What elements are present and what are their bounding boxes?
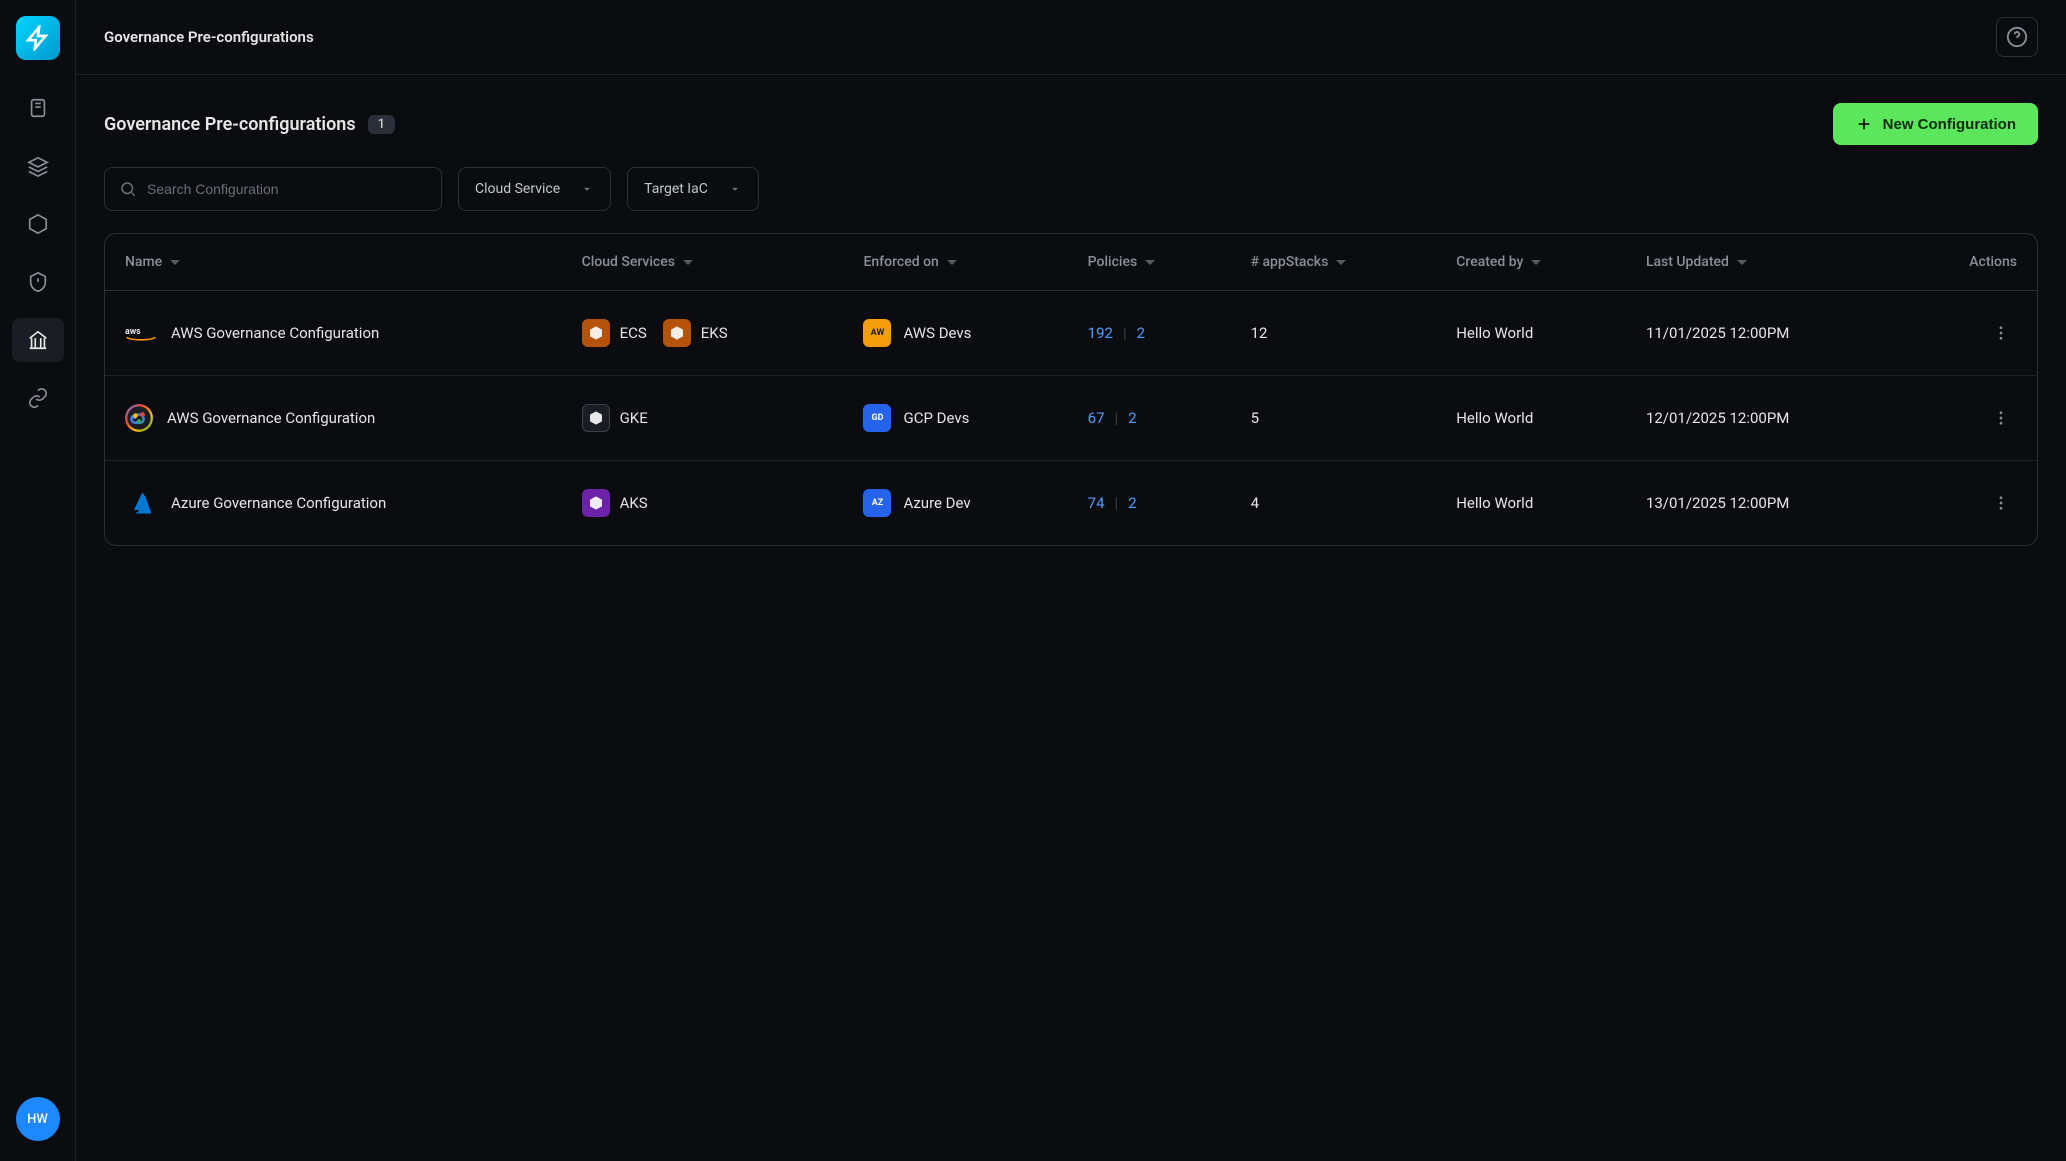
plus-icon <box>1855 115 1873 133</box>
aks-icon <box>582 489 610 517</box>
service-chip: GKE <box>582 404 648 432</box>
last-updated-value: 12/01/2025 12:00PM <box>1626 376 1904 461</box>
app-logo[interactable] <box>16 16 60 60</box>
col-cloud-services[interactable]: Cloud Services <box>562 234 844 291</box>
chevron-down-icon <box>728 182 742 196</box>
enforced-label: Azure Dev <box>903 494 970 512</box>
col-policies[interactable]: Policies <box>1068 234 1231 291</box>
more-vertical-icon <box>1992 409 2010 427</box>
appstacks-value: 5 <box>1231 376 1437 461</box>
sort-icon <box>1531 257 1541 267</box>
team-badge: AW <box>863 319 891 347</box>
nav-governance[interactable] <box>12 318 64 362</box>
configurations-table: Name Cloud Services Enforced on Policies… <box>104 233 2038 546</box>
table-row[interactable]: aws AWS Governance Configuration ECS EKS… <box>105 291 2037 376</box>
policies-value[interactable]: 67|2 <box>1088 409 1211 427</box>
col-name[interactable]: Name <box>105 234 562 291</box>
sort-icon <box>683 257 693 267</box>
nav-shield[interactable] <box>12 260 64 304</box>
service-chip: ECS <box>582 319 647 347</box>
col-appstacks[interactable]: # appStacks <box>1231 234 1437 291</box>
sort-icon <box>1336 257 1346 267</box>
svg-text:aws: aws <box>125 328 141 338</box>
sort-icon <box>1145 257 1155 267</box>
more-vertical-icon <box>1992 324 2010 342</box>
help-button[interactable] <box>1996 17 2038 57</box>
ecs-icon <box>582 319 610 347</box>
search-input-wrap <box>104 167 442 211</box>
enforced-label: AWS Devs <box>903 324 971 342</box>
service-label: AKS <box>620 494 648 512</box>
team-badge: AZ <box>863 489 891 517</box>
row-actions-button[interactable] <box>1985 402 2017 434</box>
last-updated-value: 13/01/2025 12:00PM <box>1626 461 1904 546</box>
config-name: AWS Governance Configuration <box>167 409 375 427</box>
appstacks-value: 4 <box>1231 461 1437 546</box>
chevron-down-icon <box>580 182 594 196</box>
config-name: Azure Governance Configuration <box>171 494 386 512</box>
service-label: GKE <box>620 409 648 427</box>
col-actions: Actions <box>1904 234 2037 291</box>
policies-value[interactable]: 192|2 <box>1088 324 1211 342</box>
user-avatar[interactable]: HW <box>16 1097 60 1141</box>
azure-icon <box>125 492 157 514</box>
service-chip: EKS <box>663 319 728 347</box>
nav-layers[interactable] <box>12 144 64 188</box>
sidebar: HW <box>0 0 76 1161</box>
policies-value[interactable]: 74|2 <box>1088 494 1211 512</box>
created-by-value: Hello World <box>1436 376 1626 461</box>
service-chip: AKS <box>582 489 648 517</box>
row-actions-button[interactable] <box>1985 487 2017 519</box>
nav-dashboard[interactable] <box>12 86 64 130</box>
sort-icon <box>947 257 957 267</box>
new-configuration-button[interactable]: New Configuration <box>1833 103 2038 145</box>
more-vertical-icon <box>1992 494 2010 512</box>
page-title: Governance Pre-configurations <box>104 114 356 135</box>
last-updated-value: 11/01/2025 12:00PM <box>1626 291 1904 376</box>
appstacks-value: 12 <box>1231 291 1437 376</box>
table-row[interactable]: AWS Governance Configuration GKE GD GCP … <box>105 376 2037 461</box>
col-enforced-on[interactable]: Enforced on <box>843 234 1067 291</box>
col-last-updated[interactable]: Last Updated <box>1626 234 1904 291</box>
count-badge: 1 <box>368 115 395 134</box>
cloud-service-dropdown[interactable]: Cloud Service <box>458 167 611 211</box>
created-by-value: Hello World <box>1436 461 1626 546</box>
sort-icon <box>170 257 180 267</box>
sort-icon <box>1737 257 1747 267</box>
created-by-value: Hello World <box>1436 291 1626 376</box>
gcp-icon <box>125 404 153 432</box>
aws-icon: aws <box>125 322 157 344</box>
config-name: AWS Governance Configuration <box>171 324 379 342</box>
col-created-by[interactable]: Created by <box>1436 234 1626 291</box>
breadcrumb: Governance Pre-configurations <box>104 28 314 46</box>
eks-icon <box>663 319 691 347</box>
service-label: ECS <box>620 324 647 342</box>
row-actions-button[interactable] <box>1985 317 2017 349</box>
enforced-label: GCP Devs <box>903 409 969 427</box>
search-icon <box>119 180 137 198</box>
nav-hexagon[interactable] <box>12 202 64 246</box>
target-iac-dropdown[interactable]: Target IaC <box>627 167 759 211</box>
gke-icon <box>582 404 610 432</box>
service-label: EKS <box>701 324 728 342</box>
table-row[interactable]: Azure Governance Configuration AKS AZ Az… <box>105 461 2037 546</box>
main-content: Governance Pre-configurations Governance… <box>76 0 2066 1161</box>
nav-link[interactable] <box>12 376 64 420</box>
topbar: Governance Pre-configurations <box>76 0 2066 75</box>
search-input[interactable] <box>147 181 427 197</box>
team-badge: GD <box>863 404 891 432</box>
